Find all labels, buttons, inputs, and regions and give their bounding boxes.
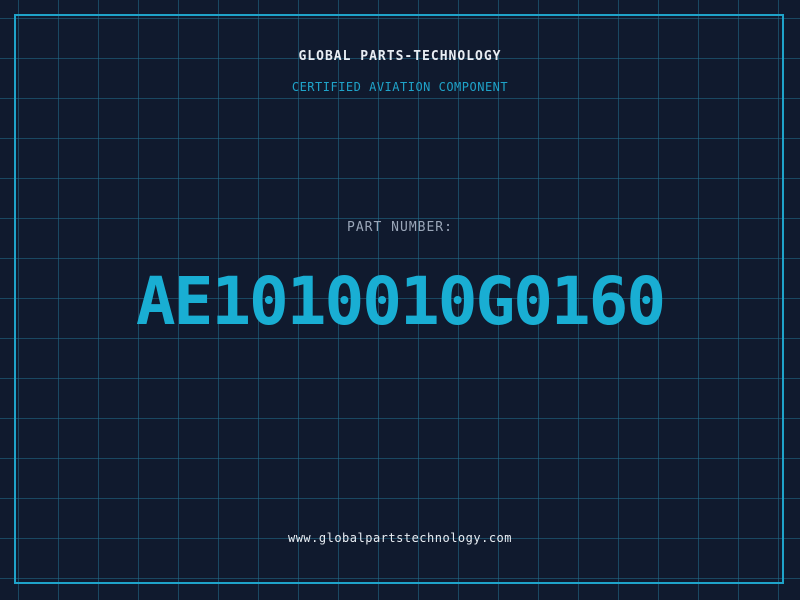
company-name: GLOBAL PARTS-TECHNOLOGY	[298, 49, 502, 64]
part-card: GLOBAL PARTS-TECHNOLOGY CERTIFIED AVIATI…	[0, 0, 800, 600]
part-number-label: PART NUMBER:	[347, 220, 453, 235]
certification-subtitle: CERTIFIED AVIATION COMPONENT	[291, 80, 509, 94]
part-number-value: AE1010010G0160	[135, 263, 666, 340]
website-url[interactable]: www.globalpartstechnology.com	[0, 531, 800, 545]
